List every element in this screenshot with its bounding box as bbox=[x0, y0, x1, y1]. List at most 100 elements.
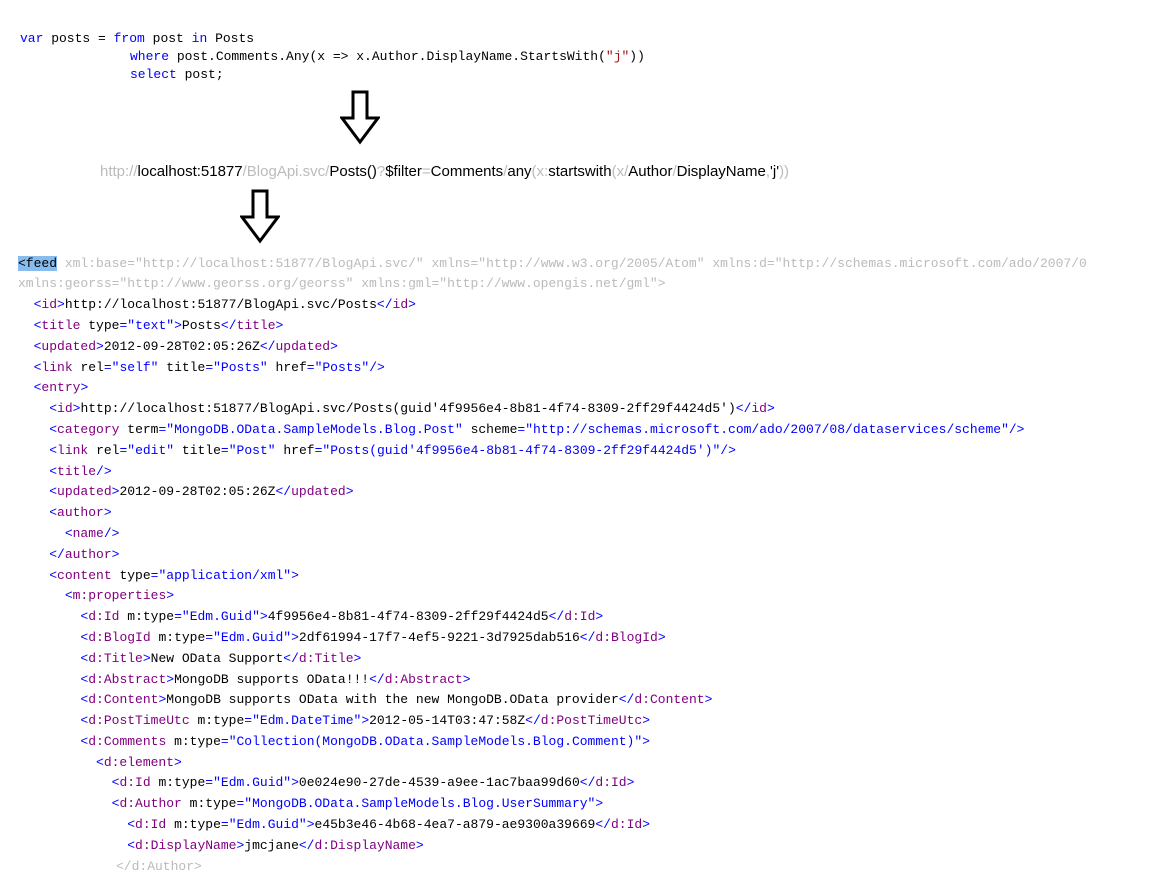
xml-attr: m:type bbox=[174, 817, 221, 832]
xml-tag: d:Title bbox=[88, 651, 143, 666]
xml-tag: author bbox=[65, 547, 112, 562]
arrow-down-icon bbox=[240, 189, 280, 245]
url-part: $filter bbox=[385, 163, 422, 180]
xml-attr: m:type bbox=[190, 796, 237, 811]
xml-line: <d:Abstract>MongoDB supports OData!!!</d… bbox=[18, 670, 1134, 691]
url-part: (x/ bbox=[612, 163, 629, 180]
xml-tag: d:Abstract bbox=[88, 672, 166, 687]
xml-attrs-gray: xmlns:georss="http://www.georss.org/geor… bbox=[18, 276, 666, 291]
xml-attr: type bbox=[119, 568, 150, 583]
xml-text: http://localhost:51877/BlogApi.svc/Posts bbox=[65, 297, 377, 312]
xml-attr: type bbox=[88, 318, 119, 333]
xml-line: <content type="application/xml"> bbox=[18, 566, 1134, 587]
xml-line: <updated>2012-09-28T02:05:26Z</updated> bbox=[18, 337, 1134, 358]
xml-line: <entry> bbox=[18, 378, 1134, 399]
url-part: /BlogApi.svc/ bbox=[243, 163, 330, 180]
xml-tag: d:Author bbox=[119, 796, 181, 811]
xml-line: <title type="text">Posts</title> bbox=[18, 316, 1134, 337]
keyword-select: select bbox=[130, 67, 177, 82]
arrow-down-icon bbox=[340, 90, 380, 146]
xml-val: "Post" bbox=[229, 443, 276, 458]
xml-tag: d:element bbox=[104, 755, 174, 770]
xml-tag: d:Id bbox=[135, 817, 166, 832]
xml-text: 2df61994-17f7-4ef5-9221-3d7925dab516 bbox=[299, 630, 580, 645]
xml-val: "MongoDB.OData.SampleModels.Blog.UserSum… bbox=[244, 796, 595, 811]
xml-attr: scheme bbox=[471, 422, 518, 437]
xml-attr: title bbox=[182, 443, 221, 458]
xml-val: "Edm.Guid" bbox=[213, 775, 291, 790]
odata-url: http://localhost:51877/BlogApi.svc/Posts… bbox=[0, 155, 1152, 184]
xml-text: 2012-09-28T02:05:26Z bbox=[104, 339, 260, 354]
xml-attrs-gray: xml:base="http://localhost:51877/BlogApi… bbox=[57, 256, 1087, 271]
xml-line: <d:Id m:type="Edm.Guid">0e024e90-27de-45… bbox=[18, 773, 1134, 794]
xml-line: <d:BlogId m:type="Edm.Guid">2df61994-17f… bbox=[18, 628, 1134, 649]
xml-tag: link bbox=[41, 360, 72, 375]
xml-line: <d:DisplayName>jmcjane</d:DisplayName> bbox=[18, 836, 1134, 857]
xml-tag: d:Id bbox=[88, 609, 119, 624]
xml-text: New OData Support bbox=[151, 651, 284, 666]
xml-attr: m:type bbox=[197, 713, 244, 728]
url-part: DisplayName bbox=[677, 163, 766, 180]
xml-line: <d:Content>MongoDB supports OData with t… bbox=[18, 690, 1134, 711]
xml-line: <d:element> bbox=[18, 753, 1134, 774]
url-part: = bbox=[422, 163, 431, 180]
xml-line: <d:Author m:type="MongoDB.OData.SampleMo… bbox=[18, 794, 1134, 815]
xml-tag: d:Content bbox=[634, 692, 704, 707]
xml-val: "self" bbox=[112, 360, 159, 375]
xml-attr: href bbox=[283, 443, 314, 458]
xml-attr: m:type bbox=[174, 734, 221, 749]
xml-tag: content bbox=[57, 568, 112, 583]
url-part: startswith bbox=[548, 163, 611, 180]
xml-tag: id bbox=[393, 297, 409, 312]
xml-tag: title bbox=[57, 464, 96, 479]
xml-tag: d:DisplayName bbox=[135, 838, 236, 853]
xml-val: "Posts(guid'4f9956e4-8b81-4f74-8309-2ff2… bbox=[322, 443, 720, 458]
xml-closing-gray: </d:Author> bbox=[18, 859, 202, 874]
xml-tag: title bbox=[237, 318, 276, 333]
url-part: 'j' bbox=[770, 163, 779, 180]
xml-line: <updated>2012-09-28T02:05:26Z</updated> bbox=[18, 482, 1134, 503]
xml-attr: m:type bbox=[127, 609, 174, 624]
xml-tag: category bbox=[57, 422, 119, 437]
xml-tag: d:Abstract bbox=[385, 672, 463, 687]
xml-val: "MongoDB.OData.SampleModels.Blog.Post" bbox=[166, 422, 462, 437]
text: posts = bbox=[43, 31, 113, 46]
text: Posts bbox=[207, 31, 254, 46]
keyword-var: var bbox=[20, 31, 43, 46]
xml-tag: d:PostTimeUtc bbox=[541, 713, 642, 728]
xml-val: "Edm.Guid" bbox=[213, 630, 291, 645]
xml-tag: id bbox=[751, 401, 767, 416]
xml-line: </d:Author> bbox=[18, 857, 1134, 878]
xml-line: xmlns:georss="http://www.georss.org/geor… bbox=[18, 274, 1134, 295]
linq-line-1: var posts = from post in Posts bbox=[20, 30, 1152, 48]
keyword-in: in bbox=[192, 31, 208, 46]
xml-attr: m:type bbox=[158, 630, 205, 645]
xml-text: jmcjane bbox=[244, 838, 299, 853]
xml-tag: d:Id bbox=[564, 609, 595, 624]
xml-line: <d:Comments m:type="Collection(MongoDB.O… bbox=[18, 732, 1134, 753]
xml-line: <id>http://localhost:51877/BlogApi.svc/P… bbox=[18, 295, 1134, 316]
arrow-down-1 bbox=[0, 90, 1152, 150]
xml-line: <feed xml:base="http://localhost:51877/B… bbox=[18, 254, 1134, 275]
xml-response: <feed xml:base="http://localhost:51877/B… bbox=[0, 254, 1152, 895]
xml-attr: m:type bbox=[158, 775, 205, 790]
linq-line-2: where post.Comments.Any(x => x.Author.Di… bbox=[20, 48, 1152, 66]
xml-attr: rel bbox=[96, 443, 119, 458]
keyword-from: from bbox=[114, 31, 145, 46]
xml-tag: updated bbox=[275, 339, 330, 354]
arrow-down-2 bbox=[0, 189, 1152, 249]
xml-tag: entry bbox=[41, 380, 80, 395]
xml-tag: d:Title bbox=[299, 651, 354, 666]
url-part: any bbox=[507, 163, 531, 180]
url-part: Posts() bbox=[329, 163, 377, 180]
xml-text: 0e024e90-27de-4539-a9ee-1ac7baa99d60 bbox=[299, 775, 580, 790]
xml-text: MongoDB supports OData!!! bbox=[174, 672, 369, 687]
xml-text: e45b3e46-4b68-4ea7-a879-ae9300a39669 bbox=[315, 817, 596, 832]
xml-val: "Edm.Guid" bbox=[229, 817, 307, 832]
xml-tag: d:DisplayName bbox=[314, 838, 415, 853]
xml-tag: d:Content bbox=[88, 692, 158, 707]
xml-tag: d:Id bbox=[611, 817, 642, 832]
url-part: (x: bbox=[532, 163, 549, 180]
url-part: http:// bbox=[100, 163, 138, 180]
xml-tag: d:Id bbox=[595, 775, 626, 790]
